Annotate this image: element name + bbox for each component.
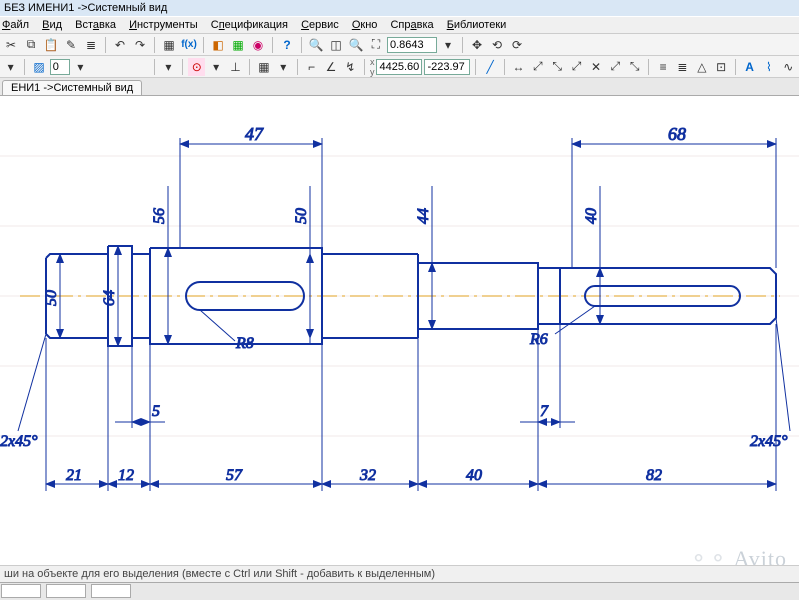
bottom-tabs	[0, 582, 799, 600]
document-tab[interactable]: ЕНИ1 ->Системный вид	[2, 80, 142, 95]
layer-dd-icon[interactable]: ▾	[72, 58, 89, 76]
dim1-icon[interactable]: ↔	[510, 58, 527, 76]
sym5-icon[interactable]: A	[741, 58, 758, 76]
dim-r8: R8	[235, 335, 254, 352]
dim-d56: 56	[151, 208, 168, 224]
menu-insert[interactable]: Вставка	[75, 19, 116, 31]
dim7-icon[interactable]: ⤡	[626, 58, 643, 76]
menu-tools[interactable]: Инструменты	[129, 19, 198, 31]
dim4-icon[interactable]: ⤢	[568, 58, 585, 76]
zoom-fit-icon[interactable]: ⛶	[367, 36, 385, 54]
menu-file[interactable]: Файл	[2, 19, 29, 31]
layers-icon[interactable]: ◧	[209, 36, 227, 54]
dim-12: 12	[118, 467, 134, 484]
titlebar: БЕЗ ИМЕНИ1 ->Системный вид	[0, 0, 799, 16]
tabbar: ЕНИ1 ->Системный вид	[0, 78, 799, 96]
pan-icon[interactable]: ✥	[468, 36, 486, 54]
zoom-input[interactable]	[387, 37, 437, 53]
chamfer-left: 2x45°	[0, 433, 38, 450]
hatch-icon[interactable]: ▨	[30, 58, 47, 76]
perp-icon[interactable]: ⊥	[227, 58, 244, 76]
menu-service[interactable]: Сервис	[301, 19, 339, 31]
sym1-icon[interactable]: ≡	[654, 58, 671, 76]
brush-icon[interactable]: ✎	[62, 36, 80, 54]
refresh-icon[interactable]: ⟳	[508, 36, 526, 54]
grid-icon[interactable]: ▦	[229, 36, 247, 54]
drawing-canvas[interactable]: 47 68 50 64 56 50 44 40 R8 R6	[0, 96, 799, 556]
coord-y-input[interactable]	[424, 59, 470, 75]
dim5-icon[interactable]: ✕	[587, 58, 604, 76]
dim-68: 68	[668, 124, 686, 144]
dropdown-icon[interactable]: ▾	[439, 36, 457, 54]
menubar: Файл Вид Вставка Инструменты Спецификаци…	[0, 16, 799, 34]
undo-icon[interactable]: ↶	[111, 36, 129, 54]
snap-icon[interactable]: ⊙	[188, 58, 205, 76]
angle-icon[interactable]: ∠	[322, 58, 339, 76]
dim-d50: 50	[43, 290, 60, 306]
sym3-icon[interactable]: △	[693, 58, 710, 76]
dropdown2-icon[interactable]: ▾	[2, 58, 19, 76]
dim-21: 21	[66, 467, 82, 484]
menu-view[interactable]: Вид	[42, 19, 62, 31]
redo-icon[interactable]: ↷	[131, 36, 149, 54]
sheet-icon[interactable]: ▦	[160, 36, 178, 54]
toolbar-1: ✂ ⧉ 📋 ✎ ≣ ↶ ↷ ▦ f(x) ◧ ▦ ◉ ? 🔍 ◫ 🔍 ⛶ ▾ ✥…	[0, 34, 799, 56]
gridsnap-dd-icon[interactable]: ▾	[275, 58, 292, 76]
dim-7: 7	[540, 403, 549, 420]
dim-d44: 44	[415, 208, 432, 224]
copy-icon[interactable]: ⧉	[22, 36, 40, 54]
dim-57: 57	[226, 467, 243, 484]
coord-x-input[interactable]	[376, 59, 422, 75]
rotate-icon[interactable]: ⟲	[488, 36, 506, 54]
zoom-window-icon[interactable]: ◫	[327, 36, 345, 54]
menu-window[interactable]: Окно	[352, 19, 378, 31]
snap-dd-icon[interactable]: ▾	[207, 58, 224, 76]
tab-label: ЕНИ1 ->Системный вид	[11, 82, 133, 94]
line-icon[interactable]: ╱	[481, 58, 498, 76]
window-title: БЕЗ ИМЕНИ1 ->Системный вид	[4, 2, 167, 14]
dim2-icon[interactable]: ⤢	[529, 58, 546, 76]
dim6-icon[interactable]: ⤢	[607, 58, 624, 76]
marker-icon[interactable]: ◉	[249, 36, 267, 54]
props-icon[interactable]: ≣	[82, 36, 100, 54]
layer-input[interactable]	[50, 59, 70, 75]
dim-d64: 64	[101, 290, 118, 306]
dim-d50b: 50	[293, 208, 310, 224]
sym6-icon[interactable]: ⌇	[760, 58, 777, 76]
menu-help[interactable]: Справка	[390, 19, 433, 31]
gridsnap-icon[interactable]: ▦	[255, 58, 272, 76]
dim-d40: 40	[583, 208, 600, 224]
chamfer-right: 2x45°	[750, 433, 788, 450]
dim-40b: 40	[466, 467, 482, 484]
coord-icon[interactable]: ↯	[342, 58, 359, 76]
dim-47: 47	[245, 124, 264, 144]
paste-icon[interactable]: 📋	[42, 36, 60, 54]
help-icon[interactable]: ?	[278, 36, 296, 54]
statusbar: ши на объекте для его выделения (вместе …	[0, 565, 799, 582]
toolbar-2: ▾ ▨ ▾ ▾ ⊙ ▾ ⊥ ▦ ▾ ⌐ ∠ ↯ xy ╱ ↔ ⤢ ⤡ ⤢ ✕ ⤢…	[0, 56, 799, 78]
menu-libs[interactable]: Библиотеки	[447, 19, 507, 31]
sym7-icon[interactable]: ∿	[780, 58, 797, 76]
status-hint: ши на объекте для его выделения (вместе …	[4, 568, 435, 580]
cut-icon[interactable]: ✂	[2, 36, 20, 54]
ortho-icon[interactable]: ⌐	[303, 58, 320, 76]
coord-label: xy	[370, 57, 375, 77]
dim-82: 82	[646, 467, 662, 484]
menu-spec[interactable]: Спецификация	[211, 19, 288, 31]
dim-32: 32	[359, 467, 376, 484]
sym4-icon[interactable]: ⊡	[713, 58, 730, 76]
fx-icon[interactable]: f(x)	[180, 36, 198, 54]
dd3-icon[interactable]: ▾	[160, 58, 177, 76]
dim3-icon[interactable]: ⤡	[549, 58, 566, 76]
dim-5: 5	[152, 403, 160, 420]
sym2-icon[interactable]: ≣	[674, 58, 691, 76]
zoom-out-icon[interactable]: 🔍	[347, 36, 365, 54]
zoom-in-icon[interactable]: 🔍	[307, 36, 325, 54]
